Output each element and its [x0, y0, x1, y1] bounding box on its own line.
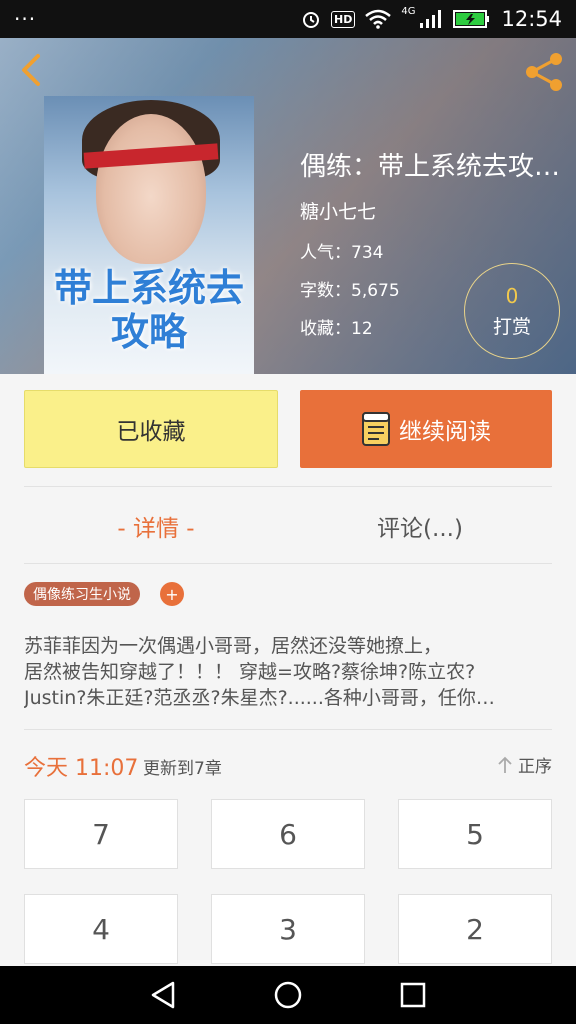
status-bar: ··· HD 4G 12:54 — [0, 0, 576, 38]
book-title: 偶练：带上系统去攻… — [300, 152, 561, 182]
back-nav-icon[interactable] — [147, 979, 179, 1011]
update-text: 更新到7章 — [143, 759, 222, 779]
summary-line: 居然被告知穿越了！！！ 穿越=攻略?蔡徐坤?陈立农? — [24, 661, 476, 683]
sort-toggle[interactable]: 正序 — [496, 752, 552, 777]
notification-dots: ··· — [14, 7, 37, 31]
genre-tag[interactable]: 偶像练习生小说 — [24, 582, 140, 606]
popularity-stat: 人气：734 — [300, 243, 384, 263]
reward-button[interactable]: 0 打赏 — [464, 263, 560, 359]
continue-reading-label: 继续阅读 — [399, 419, 491, 445]
chapter-button[interactable]: 7 — [24, 799, 178, 869]
favorited-label: 已收藏 — [116, 419, 186, 445]
summary-line: 苏菲菲因为一次偶遇小哥哥，居然还没等她撩上， — [24, 635, 443, 657]
status-icons: HD 4G 12:54 — [301, 5, 562, 31]
add-tag-button[interactable]: + — [160, 582, 184, 606]
clock: 12:54 — [501, 7, 562, 31]
recents-nav-icon[interactable] — [397, 979, 429, 1011]
wifi-icon — [365, 9, 392, 29]
sort-label: 正序 — [518, 757, 552, 777]
chapter-button[interactable]: 3 — [211, 894, 365, 964]
favorited-button[interactable]: 已收藏 — [24, 390, 278, 468]
signal-icon — [420, 10, 442, 28]
cover-title: 带上系统去攻略 — [54, 265, 245, 354]
arrow-up-icon — [498, 756, 512, 773]
system-nav-bar — [0, 966, 576, 1024]
divider — [24, 729, 552, 730]
divider — [24, 563, 552, 564]
battery-icon — [453, 10, 490, 28]
back-icon[interactable] — [12, 50, 52, 90]
book-author[interactable]: 糖小七七 — [300, 197, 576, 224]
chapter-button[interactable]: 4 — [24, 894, 178, 964]
chapter-button[interactable]: 5 — [398, 799, 552, 869]
share-icon[interactable] — [522, 50, 566, 94]
alarm-icon — [303, 12, 319, 28]
hd-icon: HD — [331, 10, 356, 28]
cover-art-face — [96, 114, 206, 264]
home-nav-icon[interactable] — [272, 979, 304, 1011]
reward-label: 打赏 — [492, 315, 531, 338]
chapter-button[interactable]: 2 — [398, 894, 552, 964]
book-summary[interactable]: 苏菲菲因为一次偶遇小哥哥，居然还没等她撩上， 居然被告知穿越了！！！ 穿越=攻略… — [24, 633, 554, 711]
continue-reading-button[interactable]: 继续阅读 — [300, 390, 552, 468]
divider — [24, 486, 552, 487]
tab-comments[interactable]: 评论(...) — [288, 506, 552, 546]
tab-details[interactable]: - 详情 - — [24, 506, 288, 546]
book-icon — [362, 412, 390, 446]
summary-line: Justin?朱正廷?范丞丞?朱星杰?......各种小哥哥，任你… — [24, 687, 495, 709]
book-header: 带上系统去攻略 偶练：带上系统去攻… 糖小七七 人气：734 字数：5,675 … — [0, 38, 576, 374]
book-cover[interactable]: 带上系统去攻略 — [44, 96, 254, 374]
reward-count: 0 — [505, 283, 519, 308]
network-label: 4G — [401, 5, 416, 17]
chapter-button[interactable]: 6 — [211, 799, 365, 869]
update-time: 今天 11:07 — [24, 756, 139, 781]
